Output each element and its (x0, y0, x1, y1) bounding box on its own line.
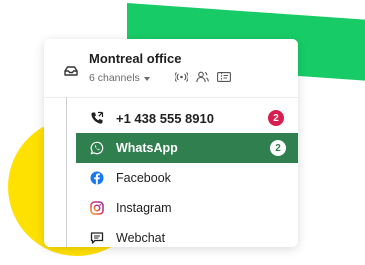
phone-icon (91, 111, 104, 124)
instagram-icon (90, 201, 104, 215)
channel-list: +1 438 555 8910 2 WhatsApp 2 Facebook In… (44, 103, 298, 247)
inbox-header: Montreal office 6 channels (44, 39, 298, 98)
unread-badge-phone: 2 (268, 110, 284, 126)
channel-label-facebook: Facebook (116, 171, 171, 185)
inbox-title: Montreal office (89, 51, 182, 66)
inbox-icon (64, 66, 78, 76)
channel-item-phone[interactable]: +1 438 555 8910 2 (44, 103, 298, 133)
header-icon-group (175, 71, 231, 83)
ticket-icon[interactable] (217, 72, 231, 82)
chat-icon (90, 232, 104, 244)
channel-item-whatsapp[interactable]: WhatsApp 2 (76, 133, 298, 163)
unread-badge-whatsapp: 2 (270, 140, 286, 156)
channel-item-facebook[interactable]: Facebook (44, 163, 298, 193)
people-icon[interactable] (196, 71, 209, 83)
inbox-card: Montreal office 6 channels +1 438 555 89… (44, 39, 298, 247)
facebook-icon (90, 171, 104, 185)
channel-label-instagram: Instagram (116, 201, 172, 215)
channel-label-whatsapp: WhatsApp (116, 141, 178, 155)
broadcast-icon[interactable] (175, 72, 188, 82)
channels-dropdown[interactable]: 6 channels (89, 72, 150, 84)
whatsapp-icon (90, 141, 104, 155)
channel-item-instagram[interactable]: Instagram (44, 193, 298, 223)
channels-dropdown-label: 6 channels (89, 72, 140, 84)
channel-label-phone: +1 438 555 8910 (116, 110, 214, 126)
chevron-down-icon (143, 76, 150, 81)
channel-item-webchat[interactable]: Webchat (44, 223, 298, 247)
channel-label-webchat: Webchat (116, 231, 166, 245)
